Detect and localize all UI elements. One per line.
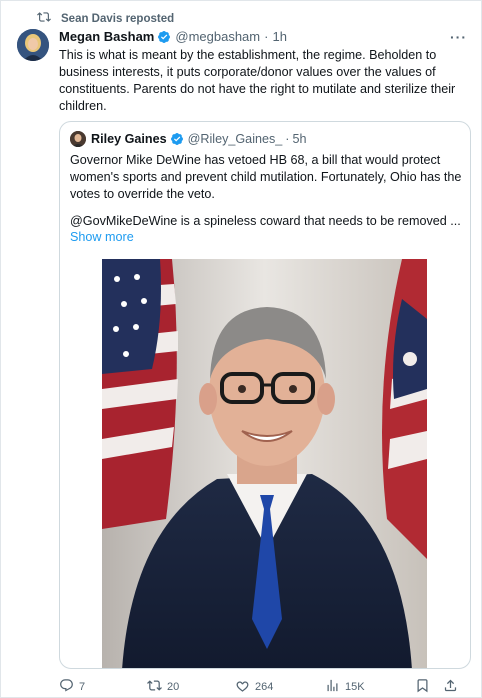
quoted-header-separator: · [285,132,290,146]
like-button[interactable]: 264 [235,678,325,696]
tweet-header: Megan Basham @megbasham · 1h [59,29,467,44]
author-avatar[interactable] [17,29,49,61]
author-name[interactable]: Megan Basham [59,29,154,44]
verified-badge-icon [170,132,184,146]
quoted-author-handle[interactable]: @Riley_Gaines_ [188,132,283,146]
like-count: 264 [255,681,274,693]
quoted-tweet-text-continued[interactable]: @GovMikeDeWine is a spineless coward tha… [70,213,465,230]
repost-indicator[interactable]: Sean Davis reposted [37,10,174,27]
quoted-tweet-timestamp[interactable]: 5h [293,132,307,146]
tweet-card[interactable]: Sean Davis reposted Megan Basham @megbas… [0,0,482,698]
tweet-timestamp[interactable]: 1h [272,29,286,44]
quoted-tweet-text: Governor Mike DeWine has vetoed HB 68, a… [70,153,462,201]
quoted-tweet[interactable]: Riley Gaines @Riley_Gaines_ · 5h Governo… [59,121,471,669]
quoted-tweet-header: Riley Gaines @Riley_Gaines_ · 5h [70,131,307,147]
repost-text: Sean Davis reposted [61,12,175,25]
verified-badge-icon [157,30,171,44]
quoted-author-avatar[interactable] [70,131,86,147]
reply-button[interactable]: 7 [59,678,147,696]
repost-button[interactable]: 20 [147,678,235,696]
views-button[interactable]: 15K [325,678,415,696]
quoted-author-name[interactable]: Riley Gaines [91,132,167,146]
share-icon [443,678,458,696]
bookmark-icon [415,678,430,696]
tweet-actions: 7 20 264 15K [59,678,471,696]
reply-icon [59,678,74,696]
repost-icon [147,678,162,696]
tweet-text: This is what is meant by the establishme… [59,48,456,113]
reply-count: 7 [79,681,86,693]
bookmark-button[interactable] [415,678,443,696]
header-separator: · [264,29,269,44]
repost-count: 20 [167,681,180,693]
author-handle[interactable]: @megbasham [175,29,260,44]
quoted-tweet-photo[interactable] [102,259,427,668]
analytics-icon [325,678,340,696]
more-options-icon[interactable]: ··· [450,29,467,45]
view-count: 15K [345,681,365,693]
repost-icon [37,10,51,27]
share-button[interactable] [443,678,463,696]
show-more-link[interactable]: Show more [70,230,134,244]
heart-icon [235,678,250,696]
